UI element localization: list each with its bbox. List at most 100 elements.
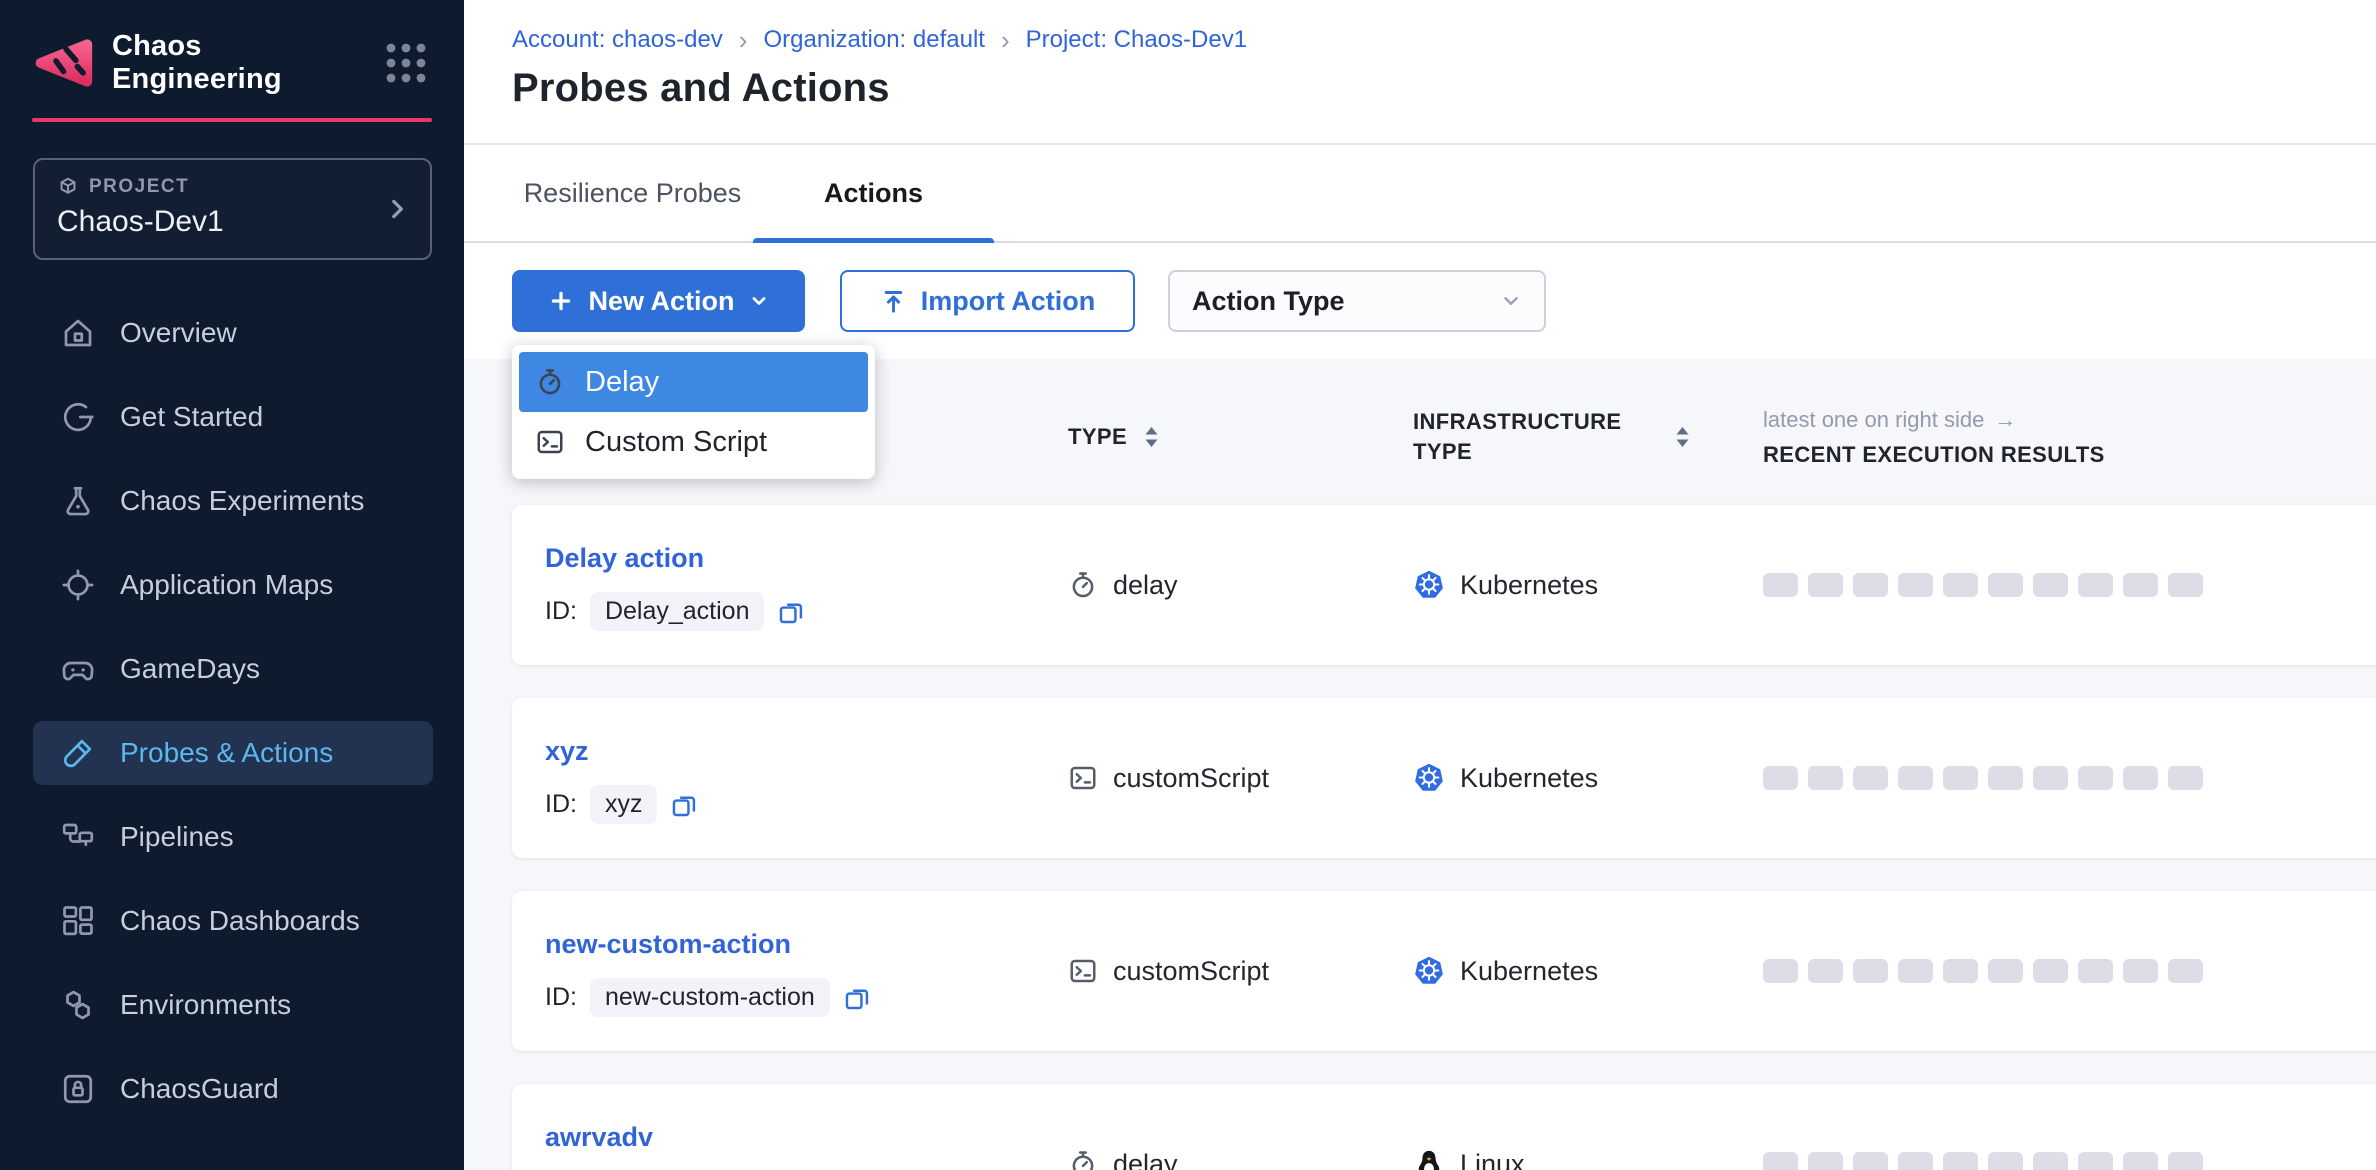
sidebar-item-probes-and-actions[interactable]: Probes & Actions: [33, 721, 433, 785]
id-label: ID:: [545, 597, 577, 626]
execution-result-placeholder: [2123, 1152, 2158, 1170]
action-name-link[interactable]: xyz: [545, 736, 589, 767]
copy-icon[interactable]: [843, 984, 871, 1012]
kubernetes-icon: [1413, 762, 1445, 794]
sidebar-item-overview[interactable]: Overview: [33, 301, 433, 365]
sidebar-item-chaos-experiments[interactable]: Chaos Experiments: [33, 469, 433, 533]
copy-icon[interactable]: [777, 598, 805, 626]
arrow-right-icon: →: [1994, 407, 2016, 433]
action-type-cell: delay: [1068, 570, 1413, 601]
execution-result-placeholder: [1988, 573, 2023, 597]
sort-icon[interactable]: [1143, 424, 1160, 450]
kubernetes-icon: [1413, 955, 1445, 987]
chaos-logo-icon: [28, 28, 98, 98]
flask-icon: [60, 483, 96, 519]
apps-grid-icon[interactable]: [384, 41, 428, 85]
terminal-icon: [1068, 763, 1098, 793]
sidebar-item-environments[interactable]: Environments: [33, 973, 433, 1037]
sidebar-item-label: Probes & Actions: [120, 737, 333, 769]
id-label: ID:: [545, 790, 577, 819]
infrastructure-cell: Kubernetes: [1413, 569, 1763, 601]
breadcrumb-link[interactable]: Organization: default: [763, 26, 984, 54]
main-content: Account: chaos-dev›Organization: default…: [464, 0, 2376, 1170]
new-action-button[interactable]: New Action: [512, 270, 805, 332]
action-row: new-custom-actionID:new-custom-actioncus…: [512, 891, 2376, 1051]
home-icon: [60, 315, 96, 351]
infrastructure-column-header: INFRASTRUCTURE TYPE: [1413, 407, 1763, 466]
action-type-filter[interactable]: Action Type: [1168, 270, 1546, 332]
execution-result-placeholder: [2168, 1152, 2203, 1170]
infrastructure-cell: Kubernetes: [1413, 955, 1763, 987]
execution-result-placeholder: [1853, 766, 1888, 790]
action-type-cell: customScript: [1068, 763, 1413, 794]
execution-result-placeholder: [1898, 766, 1933, 790]
chevron-right-icon: [384, 196, 410, 222]
get-started-icon: [60, 399, 96, 435]
pipelines-icon: [60, 819, 96, 855]
sidebar-item-get-started[interactable]: Get Started: [33, 385, 433, 449]
sort-icon[interactable]: [1674, 424, 1691, 450]
project-selector[interactable]: PROJECT Chaos-Dev1: [33, 158, 432, 260]
execution-result-placeholder: [1763, 959, 1798, 983]
action-id-value: xyz: [590, 785, 658, 824]
execution-result-placeholder: [2168, 959, 2203, 983]
brand-row: Chaos Engineering: [0, 0, 464, 98]
action-id-value: Delay_action: [590, 592, 765, 631]
sidebar-item-chaosguard[interactable]: ChaosGuard: [33, 1057, 433, 1121]
action-name-link[interactable]: Delay action: [545, 543, 704, 574]
linux-icon: [1413, 1148, 1445, 1170]
gamepad-icon: [60, 651, 96, 687]
tab-bar: Resilience ProbesActions: [464, 145, 2376, 243]
breadcrumb-link[interactable]: Account: chaos-dev: [512, 26, 723, 54]
breadcrumb: Account: chaos-dev›Organization: default…: [512, 26, 2376, 54]
new-action-dropdown: DelayCustom Script: [512, 345, 875, 479]
sidebar-item-pipelines[interactable]: Pipelines: [33, 805, 433, 869]
recent-results-cell: [1763, 766, 2376, 790]
action-id-row: ID: xyz: [545, 785, 1068, 824]
stopwatch-icon: [1068, 1149, 1098, 1170]
sidebar-item-label: Environments: [120, 989, 291, 1021]
action-type-label: Action Type: [1192, 286, 1345, 317]
sidebar-item-label: Chaos Dashboards: [120, 905, 360, 937]
sidebar-item-label: ChaosGuard: [120, 1073, 279, 1105]
stopwatch-icon: [535, 367, 565, 397]
tab-resilience-probes[interactable]: Resilience Probes: [512, 145, 753, 241]
execution-result-placeholder: [1808, 766, 1843, 790]
action-name-link[interactable]: new-custom-action: [545, 929, 791, 960]
execution-result-placeholder: [2078, 959, 2113, 983]
sidebar-item-chaos-dashboards[interactable]: Chaos Dashboards: [33, 889, 433, 953]
cube-icon: [57, 176, 79, 198]
execution-result-placeholder: [2078, 766, 2113, 790]
action-id-row: ID: Delay_action: [545, 592, 1068, 631]
execution-result-placeholder: [1808, 959, 1843, 983]
copy-icon[interactable]: [670, 791, 698, 819]
execution-result-placeholder: [1898, 1152, 1933, 1170]
actions-table: TYPE INFRASTRUCTURE TYPE latest one on r…: [464, 359, 2376, 1170]
app-title: Chaos Engineering: [112, 30, 370, 96]
menu-item-delay[interactable]: Delay: [519, 352, 868, 412]
hexagons-icon: [60, 987, 96, 1023]
breadcrumb-link[interactable]: Project: Chaos-Dev1: [1026, 26, 1247, 54]
infrastructure-cell: Kubernetes: [1413, 762, 1763, 794]
menu-item-custom-script[interactable]: Custom Script: [519, 412, 868, 472]
id-label: ID:: [545, 983, 577, 1012]
new-action-label: New Action: [588, 286, 734, 317]
sidebar-item-gamedays[interactable]: GameDays: [33, 637, 433, 701]
execution-result-placeholder: [1808, 1152, 1843, 1170]
execution-result-placeholder: [2168, 573, 2203, 597]
upload-icon: [880, 288, 907, 315]
terminal-icon: [535, 427, 565, 457]
action-name-link[interactable]: awrvadv: [545, 1122, 653, 1153]
tab-actions[interactable]: Actions: [753, 145, 994, 241]
import-action-button[interactable]: Import Action: [840, 270, 1135, 332]
toolbar: New Action Import Action Action Type: [464, 243, 2376, 359]
sidebar-item-label: Overview: [120, 317, 237, 349]
execution-result-placeholder: [1943, 959, 1978, 983]
execution-result-placeholder: [1988, 959, 2023, 983]
page-title: Probes and Actions: [512, 66, 2376, 111]
kubernetes-icon: [1413, 569, 1445, 601]
sidebar-item-application-maps[interactable]: Application Maps: [33, 553, 433, 617]
action-name-cell: xyz ID: xyz: [545, 698, 1068, 824]
action-row: xyz ID: xyz customScriptKubernetes: [512, 698, 2376, 858]
action-name-cell: Delay action ID: Delay_action: [545, 505, 1068, 631]
